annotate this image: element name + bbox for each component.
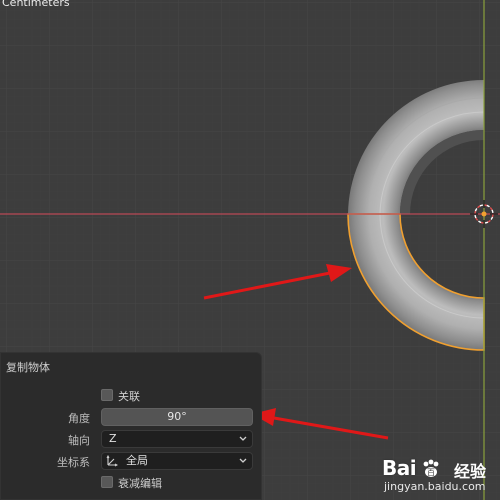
falloff-label: 衰减编辑 [118, 477, 162, 490]
chevron-down-icon [239, 436, 247, 441]
coord-select[interactable]: 全局 [101, 452, 253, 470]
axis-select-value: Z [109, 432, 117, 445]
watermark-brand: Bai [382, 456, 417, 480]
panel-title: 复制物体 [6, 361, 50, 374]
paw-icon: 百 [423, 459, 439, 477]
watermark-cn: 经验 [454, 462, 487, 481]
chevron-down-icon [239, 458, 247, 463]
global-orientation-icon [106, 455, 118, 467]
angle-label: 角度 [68, 412, 90, 425]
coord-label: 坐标系 [57, 456, 90, 469]
falloff-checkbox[interactable] [101, 476, 113, 488]
axis-select[interactable]: Z [101, 430, 253, 448]
watermark-url: jingyan.baidu.com [384, 480, 486, 493]
viewport-unit-label: Centimeters [2, 0, 70, 9]
axis-label: 轴向 [68, 434, 90, 447]
coord-select-value: 全局 [126, 454, 148, 467]
angle-field[interactable]: 90° [101, 408, 253, 426]
linked-checkbox[interactable] [101, 389, 113, 401]
baidu-watermark: Bai 百 经验 jingyan.baidu.com [380, 456, 498, 498]
watermark-paw-char: 百 [427, 468, 435, 477]
linked-label: 关联 [118, 390, 140, 403]
